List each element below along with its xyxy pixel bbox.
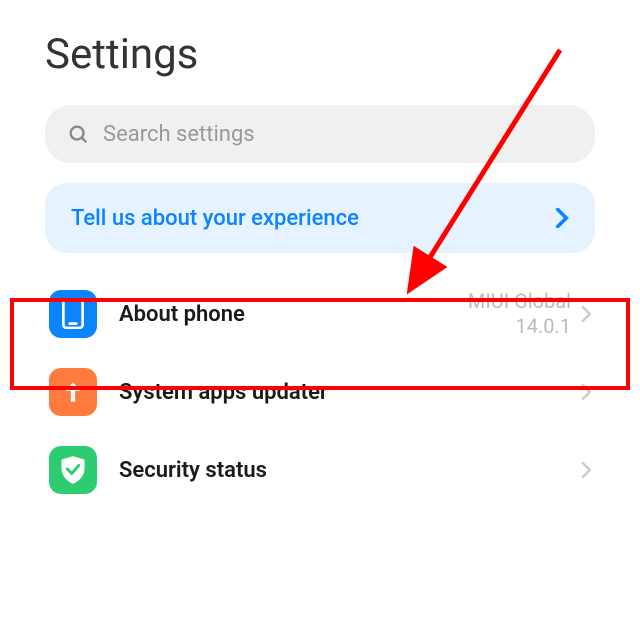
feedback-banner[interactable]: Tell us about your experience	[45, 183, 595, 253]
page-title: Settings	[45, 30, 595, 79]
chevron-right-icon	[555, 208, 569, 228]
chevron-right-icon	[581, 305, 591, 323]
search-input[interactable]: Search settings	[45, 105, 595, 163]
system-apps-updater-label: System apps updater	[119, 380, 581, 405]
shield-icon	[49, 446, 97, 494]
chevron-right-icon	[581, 461, 591, 479]
security-status-label: Security status	[119, 458, 581, 483]
phone-icon	[49, 290, 97, 338]
search-icon	[67, 123, 89, 145]
about-phone-value: MIUI Global 14.0.1	[468, 289, 571, 339]
security-status-item[interactable]: Security status	[45, 431, 595, 509]
system-apps-updater-item[interactable]: System apps updater	[45, 353, 595, 431]
update-icon	[49, 368, 97, 416]
about-phone-label: About phone	[119, 302, 468, 327]
feedback-banner-text: Tell us about your experience	[71, 206, 359, 231]
search-placeholder: Search settings	[103, 122, 255, 147]
chevron-right-icon	[581, 383, 591, 401]
about-phone-item[interactable]: About phone MIUI Global 14.0.1	[45, 275, 595, 353]
